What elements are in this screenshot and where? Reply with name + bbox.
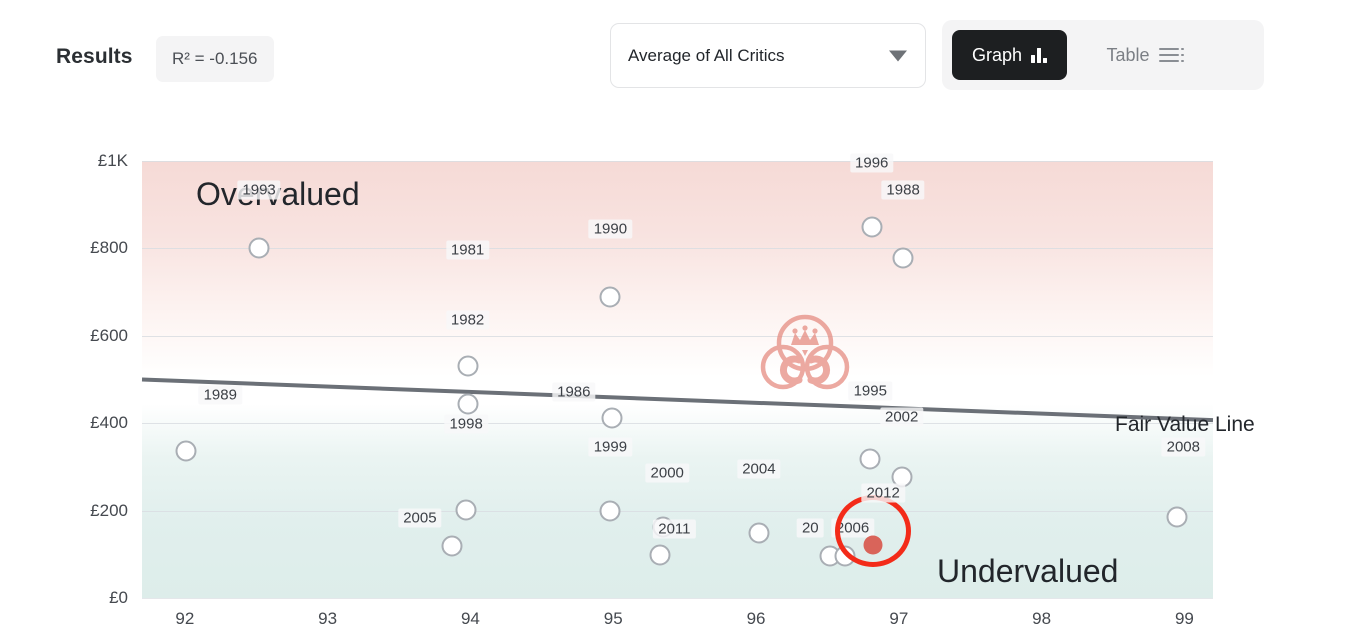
tab-graph-label: Graph: [972, 44, 1023, 65]
data-point[interactable]: [748, 522, 770, 544]
data-point-label: 1995: [848, 381, 892, 401]
x-axis-tick-label: 93: [318, 609, 338, 628]
data-point-label: 1989: [198, 385, 242, 405]
list-icon: [1158, 47, 1184, 63]
data-point[interactable]: [599, 286, 621, 308]
y-axis-tick-label: £1K: [97, 151, 128, 170]
gridline: [142, 598, 1213, 599]
view-toggle-group: Graph Table: [942, 20, 1264, 90]
critic-select[interactable]: Average of All Critics: [610, 23, 926, 88]
data-point[interactable]: [649, 544, 671, 566]
x-axis-tick-label: 92: [175, 609, 195, 628]
data-point[interactable]: [441, 535, 463, 557]
data-point[interactable]: [892, 247, 914, 269]
x-axis-tick-label: 97: [889, 609, 909, 628]
y-axis-tick-label: £200: [90, 500, 128, 520]
results-graph-page: Results R² = -0.156 Average of All Criti…: [0, 0, 1348, 640]
y-axis-tick-label: £600: [90, 325, 128, 345]
y-axis-tick-label: £800: [90, 238, 128, 258]
gridline: [142, 423, 1213, 425]
data-point[interactable]: [601, 407, 623, 429]
x-axis-tick-label: 98: [1032, 609, 1052, 628]
gridline: [142, 248, 1213, 250]
x-axis-tick-label: 95: [603, 609, 623, 628]
data-point[interactable]: [891, 466, 913, 488]
tab-graph[interactable]: Graph: [952, 30, 1067, 80]
data-point[interactable]: [599, 500, 621, 522]
x-axis-tick-label: 96: [746, 609, 766, 628]
data-point[interactable]: [455, 499, 477, 521]
plot-area: £0 £200 £400 £600 £800 £1K 92 93 94 95 96 97 98 99 O…: [90, 151, 1255, 628]
data-point[interactable]: [859, 448, 881, 470]
data-point[interactable]: [1166, 506, 1188, 528]
data-point-label: 1986: [552, 382, 596, 402]
data-point[interactable]: [457, 355, 479, 377]
r-squared-badge: R² = -0.156: [156, 36, 274, 82]
data-point[interactable]: [175, 440, 197, 462]
bar-chart-icon: [1031, 47, 1047, 63]
tab-table-label: Table: [1106, 44, 1150, 65]
undervalued-label: Undervalued: [937, 553, 1119, 589]
y-axis-tick-label: £400: [90, 413, 128, 433]
data-point[interactable]: [248, 237, 270, 259]
data-point[interactable]: [861, 216, 883, 238]
x-axis-tick-label: 99: [1174, 609, 1194, 628]
gridline: [142, 161, 1213, 162]
critic-select-value: Average of All Critics: [628, 45, 785, 65]
results-toolbar: Results R² = -0.156 Average of All Criti…: [0, 0, 1348, 110]
y-axis-tick-label: £0: [109, 588, 128, 607]
tab-table[interactable]: Table: [1087, 30, 1199, 80]
x-axis-tick-label: 94: [460, 609, 480, 628]
page-title: Results: [56, 45, 133, 68]
data-point-selected[interactable]: [863, 535, 883, 555]
fair-value-line-label: Fair Value Line: [1115, 413, 1255, 436]
data-point[interactable]: [457, 393, 479, 415]
data-point[interactable]: [652, 516, 674, 538]
overvalued-label: Overvalued: [196, 176, 360, 212]
chevron-down-icon: [889, 50, 907, 61]
gridline: [142, 335, 1213, 337]
gridline: [142, 510, 1213, 512]
data-point[interactable]: [834, 545, 856, 567]
scatter-chart: Cru Market Price per Single Bottle £0£20…: [0, 110, 1348, 640]
